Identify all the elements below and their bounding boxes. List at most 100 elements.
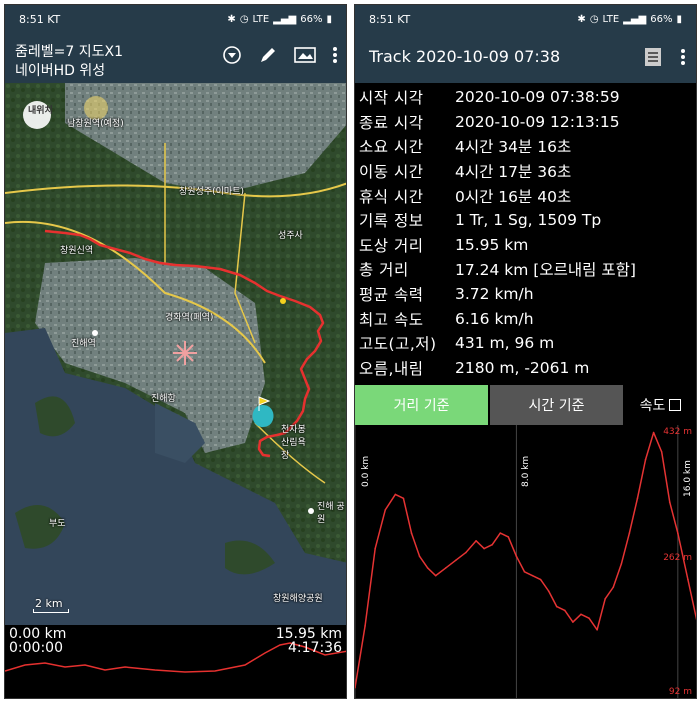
status-time: 8:51 KT bbox=[369, 12, 411, 26]
elevation-point bbox=[410, 532, 413, 534]
elevation-point bbox=[384, 509, 387, 511]
speed-toggle[interactable]: 속도 bbox=[623, 385, 696, 425]
mid-elevation-label: 262 m bbox=[663, 553, 692, 563]
dropdown-icon[interactable] bbox=[222, 45, 242, 69]
stat-label: 총 거리 bbox=[359, 261, 409, 280]
elevation-point bbox=[572, 621, 574, 623]
stat-row: 오름,내림 2180 m, -2061 m bbox=[355, 356, 696, 381]
elevation-point bbox=[402, 497, 405, 500]
map-label: 진해 공원 bbox=[317, 502, 345, 525]
tab-time-basis[interactable]: 시간 기준 bbox=[490, 385, 623, 425]
x-tick-16: 16.0 km bbox=[683, 460, 693, 497]
elevation-point bbox=[604, 598, 606, 600]
map-label: 창원성주(이마트) bbox=[179, 187, 244, 197]
elevation-point bbox=[491, 543, 493, 546]
elevation-point bbox=[644, 458, 647, 461]
map-label: 부도 bbox=[49, 519, 66, 529]
stat-value: 4시간 34분 16초 bbox=[455, 138, 572, 157]
map-source-text: 네이버HD 위성 bbox=[15, 63, 106, 79]
elevation-point bbox=[687, 578, 689, 581]
elevation-chart[interactable]: 432 m 262 m 92 m 0.0 km 8.0 km 16.0 km bbox=[355, 425, 696, 698]
track-title: Track 2020-10-09 07:38 bbox=[369, 47, 561, 66]
stat-label: 기록 정보 bbox=[359, 212, 424, 231]
min-elevation-label: 92 m bbox=[668, 687, 692, 697]
right-phone-screen: 8:51 KT ✱ ◷ LTE ▂▄▆ 66% ▮ Track 2020-10-… bbox=[354, 4, 697, 699]
elevation-point bbox=[483, 547, 485, 550]
stat-label: 최고 속도 bbox=[359, 310, 424, 329]
end-time: 4:17:36 bbox=[288, 640, 342, 656]
elevation-point bbox=[418, 555, 421, 558]
elevation-point bbox=[374, 547, 376, 550]
elevation-point bbox=[612, 586, 615, 589]
stat-row: 휴식 시간 0시간 16분 40초 bbox=[355, 183, 696, 208]
mini-elevation-profile[interactable]: 0.00 km 0:00:00 15.95 km 4:17:36 bbox=[5, 625, 346, 698]
stat-label: 오름,내림 bbox=[359, 359, 424, 378]
list-icon[interactable] bbox=[644, 47, 662, 71]
x-tick-0: 0.0 km bbox=[361, 455, 371, 487]
stat-value: 0시간 16분 40초 bbox=[455, 187, 572, 206]
status-time: 8:51 KT bbox=[19, 12, 61, 26]
elevation-point bbox=[555, 605, 558, 608]
map-layers-icon[interactable] bbox=[294, 46, 316, 68]
stat-label: 종료 시각 bbox=[359, 113, 424, 132]
speed-checkbox[interactable] bbox=[669, 399, 682, 411]
battery-icon: ▮ bbox=[676, 13, 682, 25]
stat-value: 431 m, 96 m bbox=[455, 334, 555, 353]
stat-value: 15.95 km bbox=[455, 235, 529, 254]
satellite-map[interactable]: 내위치 남창원역(예정) 창원성주(이마트) 성주사 창원신역 경화역(폐역) … bbox=[5, 83, 347, 625]
map-label: 진해항 bbox=[151, 394, 176, 404]
elevation-point bbox=[580, 613, 582, 616]
stat-label: 이동 시간 bbox=[359, 163, 424, 182]
bluetooth-icon: ✱ bbox=[577, 13, 586, 25]
stat-row: 시작 시각 2020-10-09 07:38:59 bbox=[355, 85, 696, 110]
stat-value: 17.24 km [오르내림 포함] bbox=[455, 261, 636, 280]
elevation-point bbox=[426, 567, 429, 569]
map-label: 경화역(폐역) bbox=[165, 313, 214, 323]
pencil-icon[interactable] bbox=[258, 45, 278, 69]
track-toolbar: Track 2020-10-09 07:38 bbox=[355, 33, 696, 83]
my-location-label[interactable]: 내위치 bbox=[28, 103, 53, 116]
elevation-point bbox=[564, 609, 566, 612]
more-icon[interactable] bbox=[332, 45, 338, 69]
stat-row: 최고 속도 6.16 km/h bbox=[355, 306, 696, 331]
stat-value: 2020-10-09 12:13:15 bbox=[455, 112, 620, 131]
network-type: LTE bbox=[602, 13, 620, 25]
more-icon[interactable] bbox=[680, 47, 686, 71]
bluetooth-icon: ✱ bbox=[227, 13, 236, 25]
elevation-point bbox=[434, 574, 437, 577]
map-scale-bar bbox=[33, 609, 69, 613]
elevation-point bbox=[668, 501, 671, 503]
status-bar: 8:51 KT ✱ ◷ LTE ▂▄▆ 66% ▮ bbox=[355, 5, 696, 33]
battery-percent: 66% bbox=[300, 13, 323, 25]
elevation-point bbox=[588, 617, 590, 619]
elevation-point bbox=[547, 590, 550, 592]
map-label: 진해역 bbox=[71, 339, 96, 349]
signal-icon: ▂▄▆ bbox=[273, 13, 297, 25]
stat-label: 도상 거리 bbox=[359, 236, 424, 255]
zoom-level-text: 줌레벨=7 지도X1 bbox=[15, 44, 123, 60]
alarm-icon: ◷ bbox=[589, 13, 599, 25]
stat-row: 도상 거리 15.95 km bbox=[355, 233, 696, 258]
stat-value: 2180 m, -2061 m bbox=[455, 358, 590, 377]
elevation-point bbox=[596, 628, 598, 631]
stat-label: 평균 속력 bbox=[359, 286, 424, 305]
elevation-point bbox=[660, 451, 663, 453]
alarm-icon: ◷ bbox=[239, 13, 249, 25]
elevation-point bbox=[523, 570, 526, 573]
elevation-point bbox=[539, 578, 542, 581]
tab-distance-basis[interactable]: 거리 기준 bbox=[355, 385, 488, 425]
stat-value: 6.16 km/h bbox=[455, 309, 534, 328]
map-canvas[interactable] bbox=[5, 83, 347, 625]
map-label: 남창원역(예정) bbox=[67, 119, 124, 129]
start-distance: 0.00 km bbox=[9, 626, 67, 642]
x-tick-8: 8.0 km bbox=[521, 455, 531, 487]
stat-value: 2020-10-09 07:38:59 bbox=[455, 88, 620, 107]
battery-percent: 66% bbox=[650, 13, 673, 25]
speed-label: 속도 bbox=[639, 398, 666, 414]
map-label: 창원해양공원 bbox=[273, 594, 323, 604]
network-type: LTE bbox=[252, 13, 270, 25]
left-phone-screen: 8:51 KT ✱ ◷ LTE ▂▄▆ 66% ▮ 줌레벨=7 지도X1 네이버… bbox=[4, 4, 347, 699]
elevation-point bbox=[677, 532, 679, 534]
elevation-point bbox=[499, 532, 502, 534]
track-stats-list: 시작 시각 2020-10-09 07:38:59 종료 시각 2020-10-09… bbox=[355, 83, 696, 385]
